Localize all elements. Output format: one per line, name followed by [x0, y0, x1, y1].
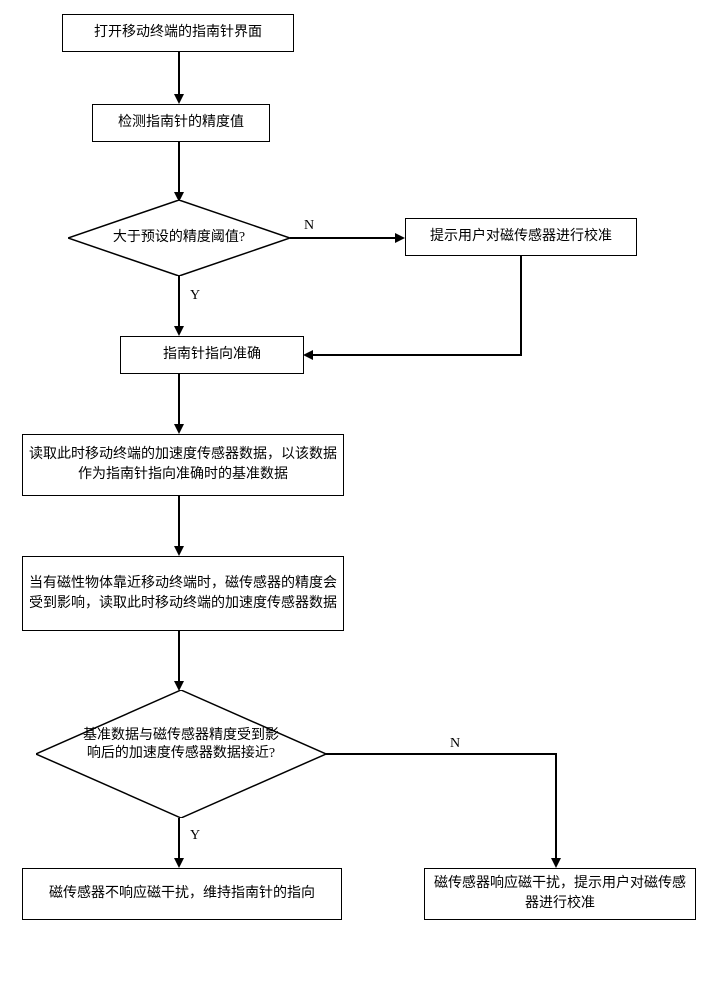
arrow	[174, 424, 184, 434]
text: 指南针指向准确	[163, 345, 261, 365]
process-pointing-accurate: 指南针指向准确	[120, 336, 304, 374]
edge	[520, 256, 522, 354]
decision-data-close: 基准数据与磁传感器精度受到影响后的加速度传感器数据接近?	[36, 690, 326, 818]
arrow	[395, 233, 405, 243]
arrow	[174, 326, 184, 336]
edge	[312, 354, 522, 356]
text: 磁传感器响应磁干扰，提示用户对磁传感器进行校准	[431, 874, 689, 913]
edge	[178, 496, 180, 548]
edge	[555, 753, 557, 860]
arrow	[174, 858, 184, 868]
process-respond-interference: 磁传感器响应磁干扰，提示用户对磁传感器进行校准	[424, 868, 696, 920]
label-yes: Y	[188, 288, 202, 304]
edge	[326, 753, 556, 755]
text: 检测指南针的精度值	[118, 113, 244, 133]
text: 磁传感器不响应磁干扰，维持指南针的指向	[49, 884, 315, 904]
process-detect-accuracy: 检测指南针的精度值	[92, 104, 270, 142]
arrow	[174, 546, 184, 556]
edge	[178, 818, 180, 860]
text: 当有磁性物体靠近移动终端时，磁传感器的精度会受到影响，读取此时移动终端的加速度传…	[29, 574, 337, 613]
text: 读取此时移动终端的加速度传感器数据，以该数据作为指南针指向准确时的基准数据	[29, 445, 337, 484]
process-open-compass: 打开移动终端的指南针界面	[62, 14, 294, 52]
label-yes: Y	[188, 828, 202, 844]
process-read-baseline: 读取此时移动终端的加速度传感器数据，以该数据作为指南针指向准确时的基准数据	[22, 434, 344, 496]
process-maintain-direction: 磁传感器不响应磁干扰，维持指南针的指向	[22, 868, 342, 920]
edge	[178, 374, 180, 426]
process-magnetic-interference: 当有磁性物体靠近移动终端时，磁传感器的精度会受到影响，读取此时移动终端的加速度传…	[22, 556, 344, 631]
label-no: N	[302, 218, 316, 234]
arrow	[174, 94, 184, 104]
process-prompt-calibrate: 提示用户对磁传感器进行校准	[405, 218, 637, 256]
text: 提示用户对磁传感器进行校准	[430, 227, 612, 247]
arrow	[303, 350, 313, 360]
text: 基准数据与磁传感器精度受到影响后的加速度传感器数据接近?	[81, 727, 281, 763]
edge	[178, 52, 180, 96]
text: 大于预设的精度阈值?	[113, 230, 245, 245]
edge	[178, 631, 180, 683]
label-no: N	[448, 736, 462, 752]
edge	[290, 237, 398, 239]
arrow	[551, 858, 561, 868]
decision-threshold: 大于预设的精度阈值?	[68, 200, 290, 276]
edge	[178, 142, 180, 194]
edge	[178, 276, 180, 328]
text: 打开移动终端的指南针界面	[94, 23, 262, 43]
